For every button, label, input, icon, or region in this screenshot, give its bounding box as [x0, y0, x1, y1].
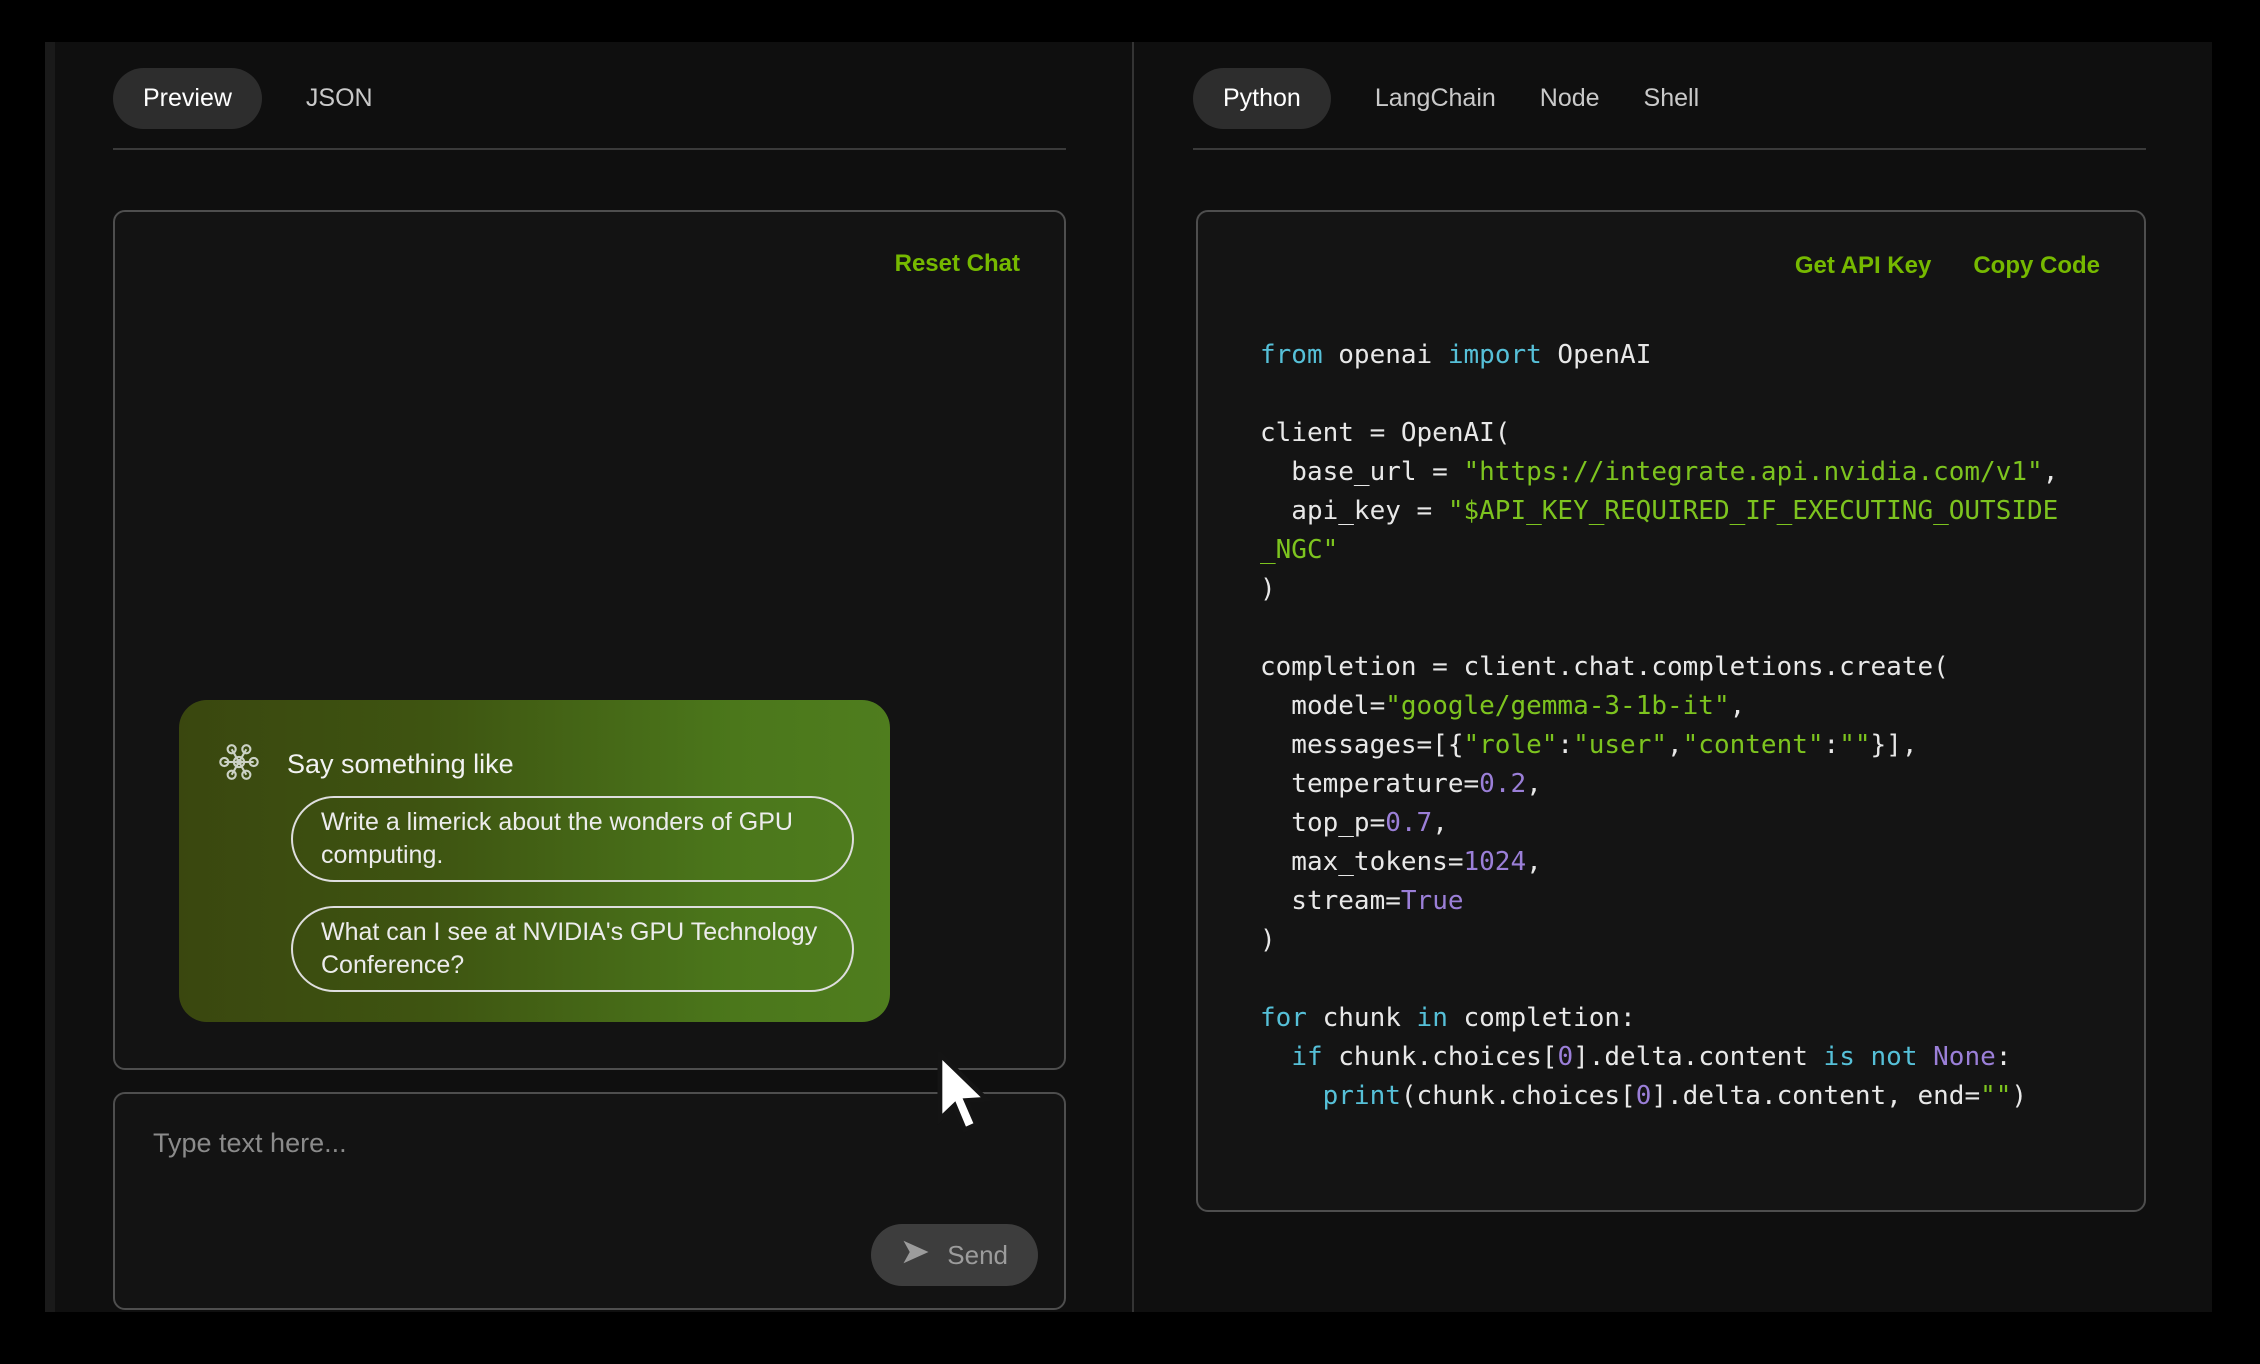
send-button[interactable]: Send: [871, 1224, 1038, 1286]
message-composer: Send: [113, 1092, 1066, 1310]
playground-content: Preview JSON Reset Chat: [45, 42, 2212, 1312]
get-api-key-link[interactable]: Get API Key: [1795, 252, 1932, 280]
tab-node[interactable]: Node: [1540, 68, 1600, 129]
copy-code-link[interactable]: Copy Code: [1973, 252, 2100, 280]
chat-text-input[interactable]: [153, 1128, 853, 1248]
tab-python[interactable]: Python: [1193, 68, 1331, 129]
tab-json[interactable]: JSON: [306, 68, 373, 129]
app-window: Preview JSON Reset Chat: [0, 0, 2260, 1364]
molecule-icon: [217, 740, 261, 789]
tabs-divider: [1193, 148, 2146, 150]
chat-panel: Reset Chat: [113, 210, 1066, 1070]
code-card-actions: Get API Key Copy Code: [1795, 252, 2100, 280]
tab-shell[interactable]: Shell: [1644, 68, 1700, 129]
send-button-label: Send: [947, 1240, 1008, 1271]
code-column: Python LangChain Node Shell Get API Key …: [1134, 42, 2212, 1312]
send-icon: [901, 1237, 931, 1274]
code-block: from openai import OpenAI client = OpenA…: [1260, 336, 2058, 1116]
suggestion-limerick-button[interactable]: Write a limerick about the wonders of GP…: [291, 796, 854, 882]
preview-json-tabs: Preview JSON: [113, 68, 373, 129]
bot-message-header: Say something like: [179, 700, 890, 789]
bot-message-bubble: Say something like Write a limerick abou…: [179, 700, 890, 1022]
language-tabs: Python LangChain Node Shell: [1193, 68, 1699, 129]
reset-chat-button[interactable]: Reset Chat: [895, 250, 1020, 278]
bot-message-title: Say something like: [287, 749, 514, 780]
tabs-divider: [113, 148, 1066, 150]
code-card: Get API Key Copy Code from openai import…: [1196, 210, 2146, 1212]
preview-column: Preview JSON Reset Chat: [45, 42, 1132, 1312]
tab-preview[interactable]: Preview: [113, 68, 262, 129]
tab-langchain[interactable]: LangChain: [1375, 68, 1496, 129]
suggestion-gtc-button[interactable]: What can I see at NVIDIA's GPU Technolog…: [291, 906, 854, 992]
